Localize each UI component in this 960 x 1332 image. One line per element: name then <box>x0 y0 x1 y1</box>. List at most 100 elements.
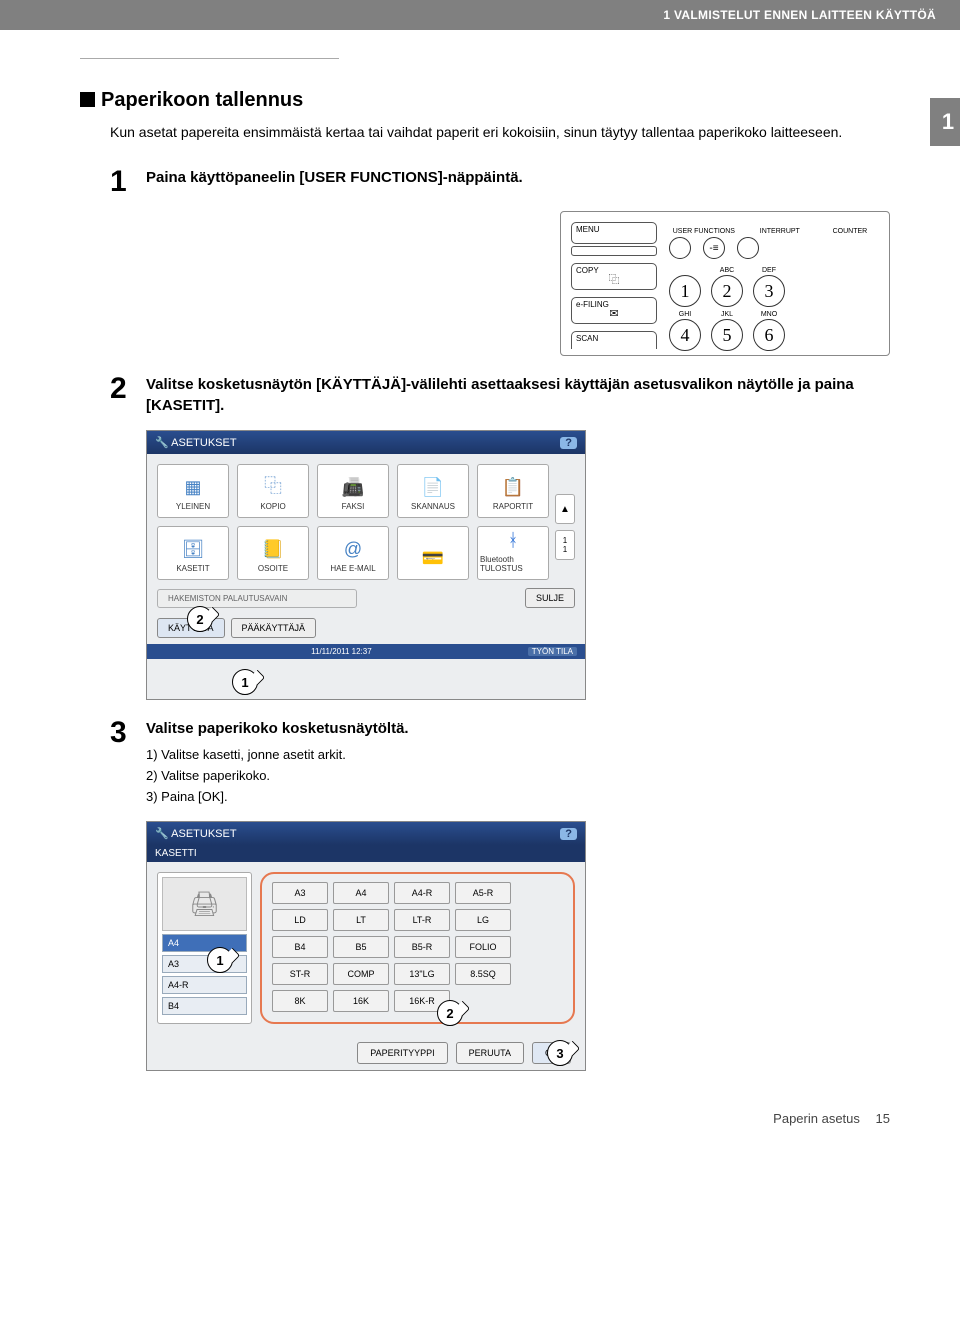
size-b4[interactable]: B4 <box>272 936 328 958</box>
step-3: 3 Valitse paperikoko kosketusnäytöltä. 1… <box>110 718 890 807</box>
tab-paakayttaja[interactable]: PÄÄKÄYTTÄJÄ <box>231 618 317 638</box>
numpad-1[interactable]: 1 <box>669 275 701 307</box>
settings-icon: 🔧 <box>155 437 169 449</box>
size-str[interactable]: ST-R <box>272 963 328 985</box>
size-b5r[interactable]: B5-R <box>394 936 450 958</box>
step-2: 2 Valitse kosketusnäytön [KÄYTTÄJÄ]-väli… <box>110 374 890 416</box>
callout-2: 2 <box>187 606 213 632</box>
size-folio[interactable]: FOLIO <box>455 936 511 958</box>
size-ld[interactable]: LD <box>272 909 328 931</box>
size-lt[interactable]: LT <box>333 909 389 931</box>
scan-button[interactable]: SCAN <box>571 331 657 349</box>
step-title: Valitse kosketusnäytön [KÄYTTÄJÄ]-välile… <box>146 374 890 416</box>
efiling-icon: ✉ <box>609 309 618 320</box>
tile-raportit[interactable]: 📋RAPORTIT <box>477 464 549 518</box>
numpad-4[interactable]: 4 <box>669 319 701 351</box>
step-number: 3 <box>110 718 146 807</box>
size-comp[interactable]: COMP <box>333 963 389 985</box>
tile-yleinen[interactable]: ▦YLEINEN <box>157 464 229 518</box>
size-b5[interactable]: B5 <box>333 936 389 958</box>
card-icon: 💳 <box>422 548 444 569</box>
tray-b4[interactable]: B4 <box>162 997 247 1015</box>
numpad-5[interactable]: 5 <box>711 319 743 351</box>
user-functions-button[interactable] <box>669 237 691 259</box>
papertype-button[interactable]: PAPERITYYPPI <box>357 1042 447 1064</box>
tile-hae-email[interactable]: @HAE E-MAIL <box>317 526 389 580</box>
callout-1: 1 <box>232 669 258 695</box>
tile-bluetooth[interactable]: ᚼBluetooth TULOSTUS <box>477 526 549 580</box>
tile-kasetit[interactable]: 🗄KASETIT <box>157 526 229 580</box>
size-85sq[interactable]: 8.5SQ <box>455 963 511 985</box>
step-title: Valitse paperikoko kosketusnäytöltä. <box>146 718 890 739</box>
substep-2: 2) Valitse paperikoko. <box>146 766 890 787</box>
step-1: 1 Paina käyttöpaneelin [USER FUNCTIONS]-… <box>110 167 890 197</box>
tile-osoite[interactable]: 📒OSOITE <box>237 526 309 580</box>
menu-sub-button[interactable] <box>571 246 657 256</box>
user-functions-label: USER FUNCTIONS <box>669 228 739 235</box>
size-a4[interactable]: A4 <box>333 882 389 904</box>
screen-datetime: 11/11/2011 12:37 <box>311 647 372 656</box>
numpad-6[interactable]: 6 <box>753 319 785 351</box>
counter-button[interactable] <box>737 237 759 259</box>
page-footer: Paperin asetus 15 <box>80 1111 890 1126</box>
interrupt-label: INTERRUPT <box>751 228 809 235</box>
counter-label: COUNTER <box>821 228 879 235</box>
printer-icon: 🖨 <box>162 877 247 931</box>
square-bullet-icon <box>80 92 95 107</box>
size-13lg[interactable]: 13"LG <box>394 963 450 985</box>
tile-kopio[interactable]: ⿻KOPIO <box>237 464 309 518</box>
size-grid-outline: A3A4A4-RA5-R LDLTLT-RLG B4B5B5-RFOLIO ST-RC… <box>260 872 575 1024</box>
key-label-mno: MNO <box>753 311 785 318</box>
menu-button[interactable]: MENU <box>571 222 657 244</box>
step-number: 1 <box>110 167 146 197</box>
tile-skannaus[interactable]: 📄SKANNAUS <box>397 464 469 518</box>
numpad-3[interactable]: 3 <box>753 275 785 307</box>
section-title: Paperikoon tallennus <box>80 89 890 112</box>
general-icon: ▦ <box>184 477 201 498</box>
cancel-button[interactable]: PERUUTA <box>456 1042 524 1064</box>
page-number: 15 <box>876 1111 890 1126</box>
numpad-2[interactable]: 2 <box>711 275 743 307</box>
copy-button[interactable]: COPY ⿻ <box>571 263 657 290</box>
touchscreen-kasetti: 🔧 ASETUKSET ? KASETTI 🖨 A4 A3 A4-R B4 A3… <box>146 821 586 1071</box>
tile-blank[interactable]: 💳 <box>397 526 469 580</box>
substep-3: 3) Paina [OK]. <box>146 787 890 808</box>
job-status-button[interactable]: TYÖN TILA <box>528 647 577 656</box>
screen-title: 🔧 ASETUKSET <box>155 827 237 840</box>
close-button[interactable]: SULJE <box>525 588 575 608</box>
restore-key-button: HAKEMISTON PALAUTUSAVAIN <box>157 589 357 608</box>
copy-icon: ⿻ <box>609 275 620 286</box>
page-down-button[interactable]: 11 <box>555 530 575 560</box>
copy-icon: ⿻ <box>264 472 282 498</box>
bluetooth-icon: ᚼ <box>508 530 519 551</box>
size-8k[interactable]: 8K <box>272 990 328 1012</box>
substep-1: 1) Valitse kasetti, jonne asetit arkit. <box>146 745 890 766</box>
interrupt-button[interactable]: -≡ <box>703 237 725 259</box>
key-label-ghi: GHI <box>669 311 701 318</box>
help-button[interactable]: ? <box>560 828 577 840</box>
tile-faksi[interactable]: 📠FAKSI <box>317 464 389 518</box>
efiling-button[interactable]: e-FILING ✉ <box>571 297 657 324</box>
size-16k[interactable]: 16K <box>333 990 389 1012</box>
key-label-jkl: JKL <box>711 311 743 318</box>
cassette-icon: 🗄 <box>182 539 205 560</box>
size-lg[interactable]: LG <box>455 909 511 931</box>
size-ltr[interactable]: LT-R <box>394 909 450 931</box>
size-a5r[interactable]: A5-R <box>455 882 511 904</box>
section-intro: Kun asetat papereita ensimmäistä kertaa … <box>110 122 890 143</box>
tray-a4r[interactable]: A4-R <box>162 976 247 994</box>
footer-section: Paperin asetus <box>773 1111 860 1126</box>
tray-list: 🖨 A4 A3 A4-R B4 <box>157 872 252 1024</box>
size-a4r[interactable]: A4-R <box>394 882 450 904</box>
email-icon: @ <box>344 539 362 560</box>
page-header: 1 VALMISTELUT ENNEN LAITTEEN KÄYTTÖÄ <box>0 0 960 30</box>
scan-icon: 📄 <box>422 477 444 498</box>
report-icon: 📋 <box>502 477 524 498</box>
screen-title: 🔧 ASETUKSET <box>155 436 237 449</box>
address-icon: 📒 <box>262 539 284 560</box>
help-button[interactable]: ? <box>560 437 577 449</box>
size-a3[interactable]: A3 <box>272 882 328 904</box>
page-up-button[interactable]: ▲ <box>555 494 575 524</box>
step-title: Paina käyttöpaneelin [USER FUNCTIONS]-nä… <box>146 167 890 188</box>
chapter-title: 1 VALMISTELUT ENNEN LAITTEEN KÄYTTÖÄ <box>663 8 936 22</box>
